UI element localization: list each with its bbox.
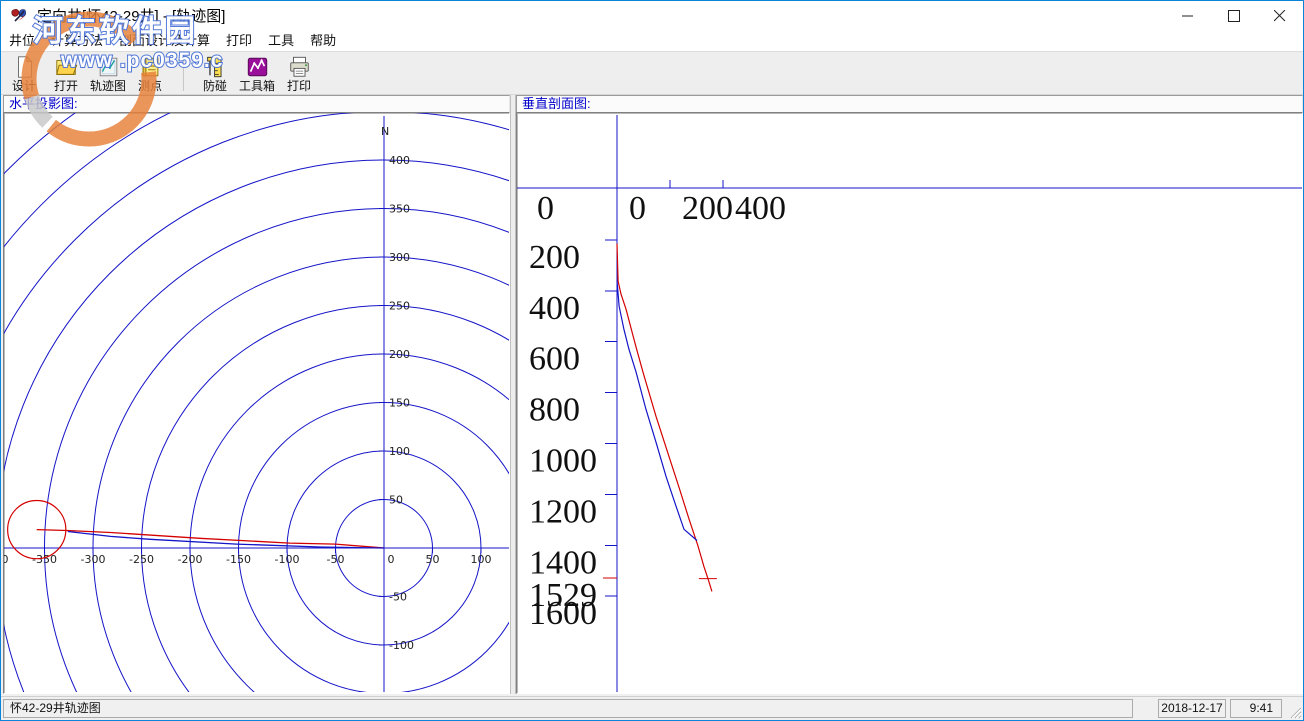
- status-bar: 怀42-29井轨迹图 2018-12-17 9:41: [1, 696, 1303, 720]
- displacement-tick-label: 400: [735, 190, 786, 227]
- design-button[interactable]: 设计: [3, 52, 45, 94]
- menu-bar: 井位 计算方法 剖面设计及计算 打印 工具 帮助: [1, 30, 1303, 51]
- tool-label: 轨迹图: [90, 79, 126, 93]
- depth-tick-label: 1000: [529, 443, 597, 480]
- depth-tick-label: 200: [529, 239, 580, 276]
- y-tick-label: 400: [389, 154, 410, 167]
- maximize-button[interactable]: [1211, 1, 1257, 30]
- minimize-icon: [1182, 10, 1194, 22]
- x-tick-label: -350: [32, 553, 57, 566]
- tool-label: 打开: [54, 79, 78, 93]
- status-message: 怀42-29井轨迹图: [3, 699, 1133, 718]
- north-axis-label: N: [381, 125, 389, 138]
- x-tick-label: -400: [4, 553, 8, 566]
- design-trajectory-line: [37, 530, 384, 548]
- survey-points-button[interactable]: 测点: [129, 52, 171, 94]
- toolbox-chart-icon: [245, 55, 270, 79]
- grid-circle: [4, 113, 509, 692]
- horizontal-projection-chart: N -400 -350 -300 -250 -200 -150 -100 -50 0 50 100 40…: [4, 113, 509, 692]
- depth-tick-label: 1200: [529, 493, 597, 530]
- status-date: 2018-12-17: [1158, 699, 1226, 718]
- design-profile-line: [617, 244, 712, 592]
- trajectory-chart-icon: [96, 55, 121, 79]
- menu-item-tools[interactable]: 工具: [260, 30, 302, 51]
- tool-label: 防碰: [203, 79, 227, 93]
- maximize-icon: [1228, 10, 1240, 22]
- application-window: 定向井[怀42-29井] - [轨迹图] 井位 计算方法 剖面设计及计算 打印 …: [0, 0, 1304, 721]
- displacement-tick-label: 200: [682, 190, 733, 227]
- depth-tick-label: 600: [529, 341, 580, 378]
- x-tick-label: 0: [388, 553, 395, 566]
- toolbar-separator: [183, 55, 184, 91]
- x-tick-label: -250: [129, 553, 154, 566]
- horizontal-projection-chart-area: N -400 -350 -300 -250 -200 -150 -100 -50 0 50 100 40…: [3, 112, 510, 694]
- grid-circle: [4, 160, 509, 692]
- tool-label: 工具箱: [239, 79, 275, 93]
- trajectory-chart-button[interactable]: 轨迹图: [87, 52, 129, 94]
- title-bar: 定向井[怀42-29井] - [轨迹图]: [1, 1, 1303, 30]
- y-tick-label: 50: [389, 494, 403, 507]
- tool-label: 测点: [138, 79, 162, 93]
- menu-item-help[interactable]: 帮助: [302, 30, 344, 51]
- main-area: 水平投影图: N -400 -350 -300 -250 -200 -150 -100 -50 0…: [1, 95, 1303, 696]
- app-butterfly-icon: [9, 6, 29, 26]
- x-tick-label: 50: [426, 553, 440, 566]
- status-time: 9:41: [1230, 699, 1282, 718]
- vertical-section-title: 垂直剖面图:: [516, 95, 1303, 112]
- y-tick-label: -100: [389, 639, 414, 652]
- x-tick-label: -150: [226, 553, 251, 566]
- tool-label: 打印: [287, 79, 311, 93]
- open-folder-icon: [54, 55, 79, 79]
- vertical-section-panel: 垂直剖面图: 020040002004006008001000120014001…: [516, 95, 1303, 694]
- y-tick-label: -50: [389, 591, 407, 604]
- vertical-section-chart-area: 0200400020040060080010001200140016001529: [516, 112, 1303, 694]
- x-tick-label: 100: [471, 553, 492, 566]
- y-tick-label: 300: [389, 251, 410, 264]
- printer-icon: [287, 55, 312, 79]
- window-title: 定向井[怀42-29井] - [轨迹图]: [37, 5, 225, 26]
- y-tick-label: 350: [389, 203, 410, 216]
- close-button[interactable]: [1257, 1, 1303, 30]
- depth-tick-label: 400: [529, 290, 580, 327]
- open-button[interactable]: 打开: [45, 52, 87, 94]
- menu-item-profile-design[interactable]: 剖面设计及计算: [111, 30, 218, 51]
- x-tick-label: -200: [178, 553, 203, 566]
- depth-origin-label: 0: [537, 190, 554, 227]
- vertical-section-chart: 0200400020040060080010001200140016001529: [517, 113, 1302, 692]
- anti-collision-button[interactable]: 防碰: [194, 52, 236, 94]
- menu-item-calculation-method[interactable]: 计算方法: [43, 30, 111, 51]
- grid-circle: [4, 113, 509, 692]
- x-tick-label: -300: [81, 553, 106, 566]
- depth-tick-label: 1400: [529, 544, 597, 581]
- horizontal-projection-title: 水平投影图:: [3, 95, 510, 112]
- x-tick-label: -50: [327, 553, 345, 566]
- minimize-button[interactable]: [1165, 1, 1211, 30]
- y-tick-label: 250: [389, 300, 410, 313]
- displacement-tick-label: 0: [629, 190, 646, 227]
- y-tick-label: 150: [389, 397, 410, 410]
- resize-grip[interactable]: [1287, 704, 1302, 719]
- grid-circle: [190, 354, 509, 692]
- y-tick-label: 100: [389, 445, 410, 458]
- menu-item-well-position[interactable]: 井位: [1, 30, 43, 51]
- survey-points-icon: [138, 55, 163, 79]
- toolbox-button[interactable]: 工具箱: [236, 52, 278, 94]
- close-icon: [1274, 10, 1286, 22]
- print-button[interactable]: 打印: [278, 52, 320, 94]
- grid-circle: [4, 113, 509, 692]
- toolbar: 设计 打开 轨迹图: [1, 51, 1303, 95]
- tool-label: 设计: [12, 79, 36, 93]
- depth-tick-label: 800: [529, 392, 580, 429]
- menu-item-print[interactable]: 打印: [218, 30, 260, 51]
- new-document-icon: [12, 55, 37, 79]
- window-controls: [1165, 1, 1303, 30]
- y-tick-label: 200: [389, 348, 410, 361]
- x-tick-label: -100: [275, 553, 300, 566]
- anti-collision-ruler-icon: [203, 55, 228, 79]
- horizontal-projection-panel: 水平投影图: N -400 -350 -300 -250 -200 -150 -100 -50 0…: [3, 95, 510, 694]
- target-depth-label: 1529: [529, 577, 597, 614]
